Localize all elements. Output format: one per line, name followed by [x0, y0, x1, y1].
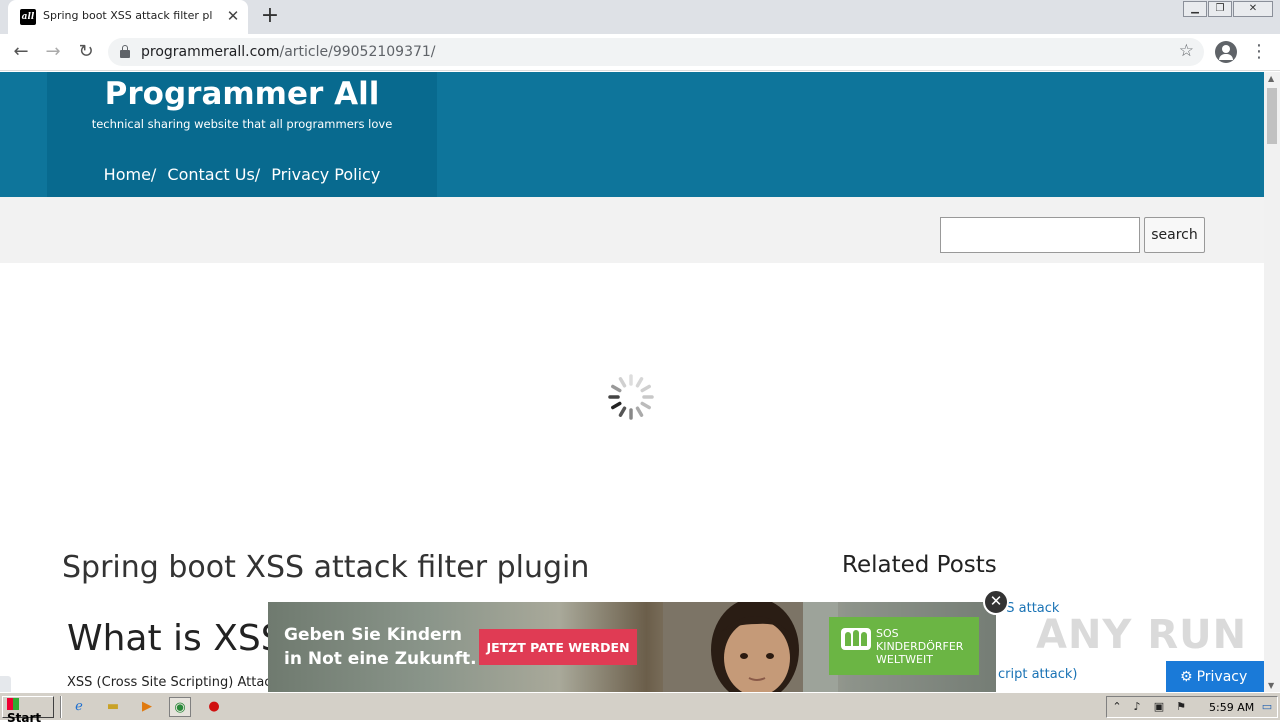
- lock-icon: [120, 45, 130, 58]
- search-band: search: [0, 197, 1264, 263]
- back-icon[interactable]: ←: [9, 40, 33, 64]
- ad-child-photo: [663, 602, 838, 692]
- tray-expand-icon[interactable]: ⌃: [1109, 699, 1125, 715]
- action-center-flag-icon[interactable]: ⚑: [1173, 699, 1189, 715]
- scroll-up-icon[interactable]: ▲: [1268, 74, 1274, 83]
- network-icon[interactable]: ▣: [1151, 699, 1167, 715]
- page-scrollbar[interactable]: ▲ ▼: [1264, 72, 1280, 692]
- site-title[interactable]: Programmer All: [47, 76, 437, 112]
- folder-icon[interactable]: ▬: [102, 697, 124, 717]
- nav-home-link[interactable]: Home: [104, 165, 151, 184]
- site-tagline: technical sharing website that all progr…: [91, 117, 393, 131]
- nav-separator: /: [150, 165, 157, 184]
- related-post-link[interactable]: cript attack): [998, 667, 1077, 682]
- search-button[interactable]: search: [1144, 217, 1205, 253]
- ad-sos-logo-block: SOS KINDERDÖRFER WELTWEIT: [829, 617, 979, 675]
- site-nav: Home/ Contact Us/ Privacy Policy: [47, 165, 437, 184]
- search-input[interactable]: [940, 217, 1140, 253]
- nav-contact-link[interactable]: Contact Us: [167, 165, 254, 184]
- site-header: Programmer All technical sharing website…: [0, 72, 1264, 197]
- side-panel-tab[interactable]: [0, 676, 11, 692]
- ad-close-icon[interactable]: ✕: [983, 589, 1009, 615]
- minimize-icon[interactable]: ▁: [1183, 1, 1207, 17]
- volume-icon[interactable]: ♪: [1129, 699, 1145, 715]
- bookmark-star-icon[interactable]: ☆: [1179, 41, 1194, 61]
- url-text[interactable]: programmerall.com/article/99052109371/: [141, 44, 436, 60]
- start-label: Start: [7, 711, 42, 725]
- close-window-icon[interactable]: ✕: [1233, 1, 1273, 17]
- ad-headline: Geben Sie Kindern: [284, 625, 463, 645]
- privacy-button[interactable]: ⚙ Privacy: [1166, 661, 1264, 692]
- watermark-logo: ANY RUN: [1036, 612, 1248, 658]
- opera-icon[interactable]: ●: [203, 697, 225, 717]
- article-body-text: XSS (Cross Site Scripting) Attac: [67, 675, 272, 690]
- show-desktop-icon[interactable]: ▭: [1259, 699, 1275, 715]
- ad-banner[interactable]: Geben Sie Kindern in Not eine Zukunft. J…: [268, 602, 996, 692]
- tab-title: Spring boot XSS attack filter plugin -: [43, 9, 213, 22]
- chrome-icon[interactable]: ◉: [169, 697, 191, 717]
- nav-separator: /: [254, 165, 261, 184]
- media-player-icon[interactable]: ▶: [136, 697, 158, 717]
- related-posts-title: Related Posts: [842, 552, 997, 578]
- restore-icon[interactable]: ❐: [1208, 1, 1232, 17]
- browser-tab[interactable]: all Spring boot XSS attack filter plugin…: [8, 0, 248, 34]
- tab-strip: all Spring boot XSS attack filter plugin…: [0, 0, 1280, 34]
- scroll-thumb[interactable]: [1267, 88, 1277, 144]
- taskbar-separator: [60, 696, 62, 718]
- page-viewport: Programmer All technical sharing website…: [0, 72, 1264, 692]
- clock[interactable]: 5:59 AM: [1209, 701, 1254, 714]
- internet-explorer-icon[interactable]: ℯ: [68, 697, 90, 717]
- privacy-label: Privacy: [1196, 668, 1248, 685]
- tab-close-icon[interactable]: ✕: [224, 7, 242, 25]
- scroll-down-icon[interactable]: ▼: [1268, 681, 1274, 690]
- browser-menu-icon[interactable]: ⋮: [1250, 40, 1268, 64]
- browser-toolbar: ← → ↻ programmerall.com/article/99052109…: [0, 34, 1280, 71]
- account-icon[interactable]: [1215, 41, 1237, 63]
- nav-privacy-link[interactable]: Privacy Policy: [271, 165, 380, 184]
- sos-logo-icon: [841, 628, 871, 650]
- windows-logo-icon: [7, 698, 19, 710]
- new-tab-button[interactable]: +: [258, 4, 282, 28]
- ad-headline: in Not eine Zukunft.: [284, 649, 477, 669]
- system-tray: ⌃ ♪ ▣ ⚑ 5:59 AM ▭: [1106, 696, 1278, 718]
- article-title: Spring boot XSS attack filter plugin: [62, 550, 590, 585]
- forward-icon[interactable]: →: [41, 40, 65, 64]
- brand-box: Programmer All technical sharing website…: [47, 72, 437, 197]
- taskbar: Start ℯ ▬ ▶ ◉ ● ⌃ ♪ ▣ ⚑ 5:59 AM ▭: [0, 692, 1280, 725]
- address-bar[interactable]: programmerall.com/article/99052109371/ ☆: [108, 38, 1204, 66]
- loading-spinner-icon: [608, 374, 654, 420]
- ad-sos-name: SOS KINDERDÖRFER WELTWEIT: [876, 627, 964, 666]
- start-button[interactable]: Start: [2, 696, 54, 725]
- reload-icon[interactable]: ↻: [74, 40, 98, 64]
- site-favicon-icon: all: [20, 9, 36, 25]
- ad-cta-button[interactable]: JETZT PATE WERDEN: [479, 629, 637, 665]
- gear-icon: ⚙: [1180, 668, 1193, 685]
